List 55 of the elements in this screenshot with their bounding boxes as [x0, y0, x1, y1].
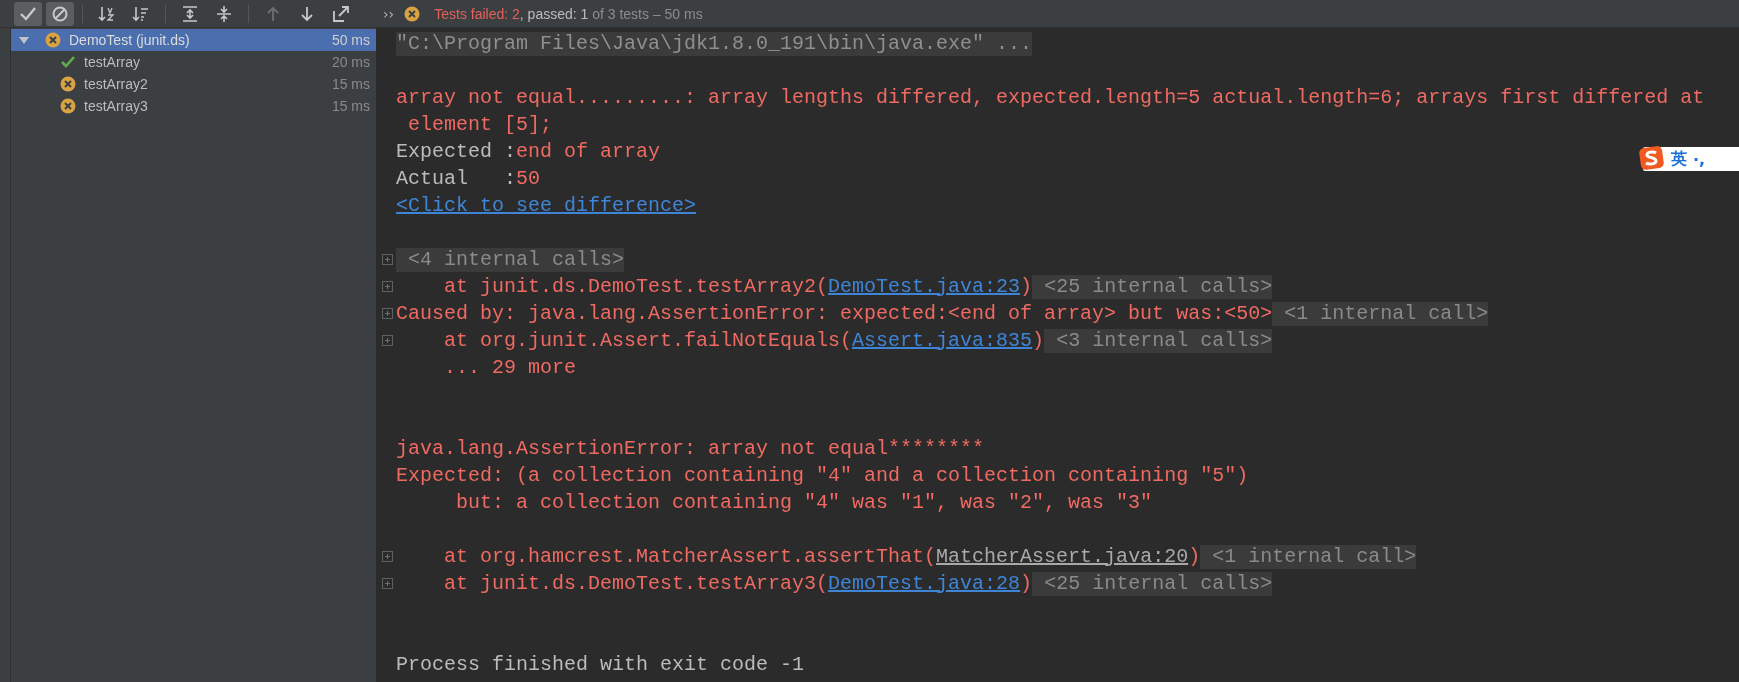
test-summary: Tests failed: 2, passed: 1 of 3 tests – 50 ms: [434, 5, 703, 22]
log-text: ): [1020, 571, 1033, 596]
source-link[interactable]: DemoTest.java:23: [828, 274, 1021, 299]
input-mode-label: 英: [1671, 148, 1687, 170]
expand-icon[interactable]: [382, 551, 393, 562]
punctuation-mode-label: ·,: [1693, 149, 1706, 169]
folded-calls[interactable]: <3 internal calls>: [1044, 328, 1273, 353]
test-tree-row[interactable]: DemoTest (junit.ds) 50 ms: [11, 29, 376, 51]
source-link[interactable]: <Click to see difference>: [396, 193, 697, 218]
expand-icon[interactable]: [382, 254, 393, 265]
expand-icon[interactable]: [382, 335, 393, 346]
log-text: at org.hamcrest.MatcherAssert.assertThat(: [443, 544, 937, 569]
folded-calls[interactable]: <25 internal calls>: [1032, 274, 1273, 299]
folded-calls[interactable]: <25 internal calls>: [1032, 571, 1273, 596]
log-text: ): [1032, 328, 1045, 353]
expand-icon[interactable]: [382, 578, 393, 589]
show-ignored-button[interactable]: [46, 1, 74, 26]
test-tree-row[interactable]: testArray3 15 ms: [11, 95, 376, 117]
export-icon: [332, 4, 350, 23]
ignored-icon: [51, 4, 69, 23]
log-text: at org.junit.Assert.failNotEquals(: [443, 328, 853, 353]
test-tree-row[interactable]: testArray2 15 ms: [11, 73, 376, 95]
show-passed-button[interactable]: [14, 1, 42, 26]
log-text: ): [1020, 274, 1033, 299]
log-text: but: a collection containing "4" was "1", was "2", was "3": [455, 490, 1153, 515]
log-text: ): [1188, 544, 1201, 569]
sort-duration-icon: [132, 4, 150, 23]
sort-alphabetical-icon: [98, 4, 116, 23]
log-text: array not equal.........: array lengths differed, expected.length=5 actual.length=6; arrays first differed at: [396, 85, 1705, 110]
log-text: Expected: (a collection containing "4" and a collection containing "5"): [396, 463, 1249, 488]
folded-calls[interactable]: <1 internal call>: [1272, 301, 1489, 326]
log-text: java.lang.AssertionError: array not equal********: [396, 436, 985, 461]
log-text: element [5];: [407, 112, 553, 137]
source-link[interactable]: DemoTest.java:28: [828, 571, 1021, 596]
folded-calls[interactable]: <4 internal calls>: [396, 247, 625, 272]
log-text: at junit.ds.DemoTest.testArray2(: [443, 274, 829, 299]
source-link[interactable]: MatcherAssert.java:20: [936, 544, 1189, 569]
source-link[interactable]: Assert.java:835: [852, 328, 1033, 353]
log-text: 50: [516, 166, 541, 191]
folded-calls[interactable]: <1 internal call>: [1200, 544, 1417, 569]
collapse-all-icon: [215, 4, 233, 23]
test-tree-row[interactable]: testArray 20 ms: [11, 51, 376, 73]
log-text: Expected :: [396, 139, 517, 164]
log-text: at junit.ds.DemoTest.testArray3(: [443, 571, 829, 596]
log-text: Process finished with exit code -1: [396, 652, 805, 677]
log-text: Actual :: [396, 166, 517, 191]
expand-icon[interactable]: [382, 281, 393, 292]
s-logo-icon: [1639, 144, 1665, 171]
log-text: Caused by: java.lang.AssertionError: expected:<end of array> but was:<50>: [396, 301, 1273, 326]
log-text: end of array: [516, 139, 661, 164]
more-button[interactable]: ››: [377, 5, 401, 22]
expand-all-icon: [181, 4, 199, 23]
log-text: ... 29 more: [443, 355, 577, 380]
down-arrow-icon: [298, 4, 316, 23]
expand-icon[interactable]: [382, 308, 393, 319]
